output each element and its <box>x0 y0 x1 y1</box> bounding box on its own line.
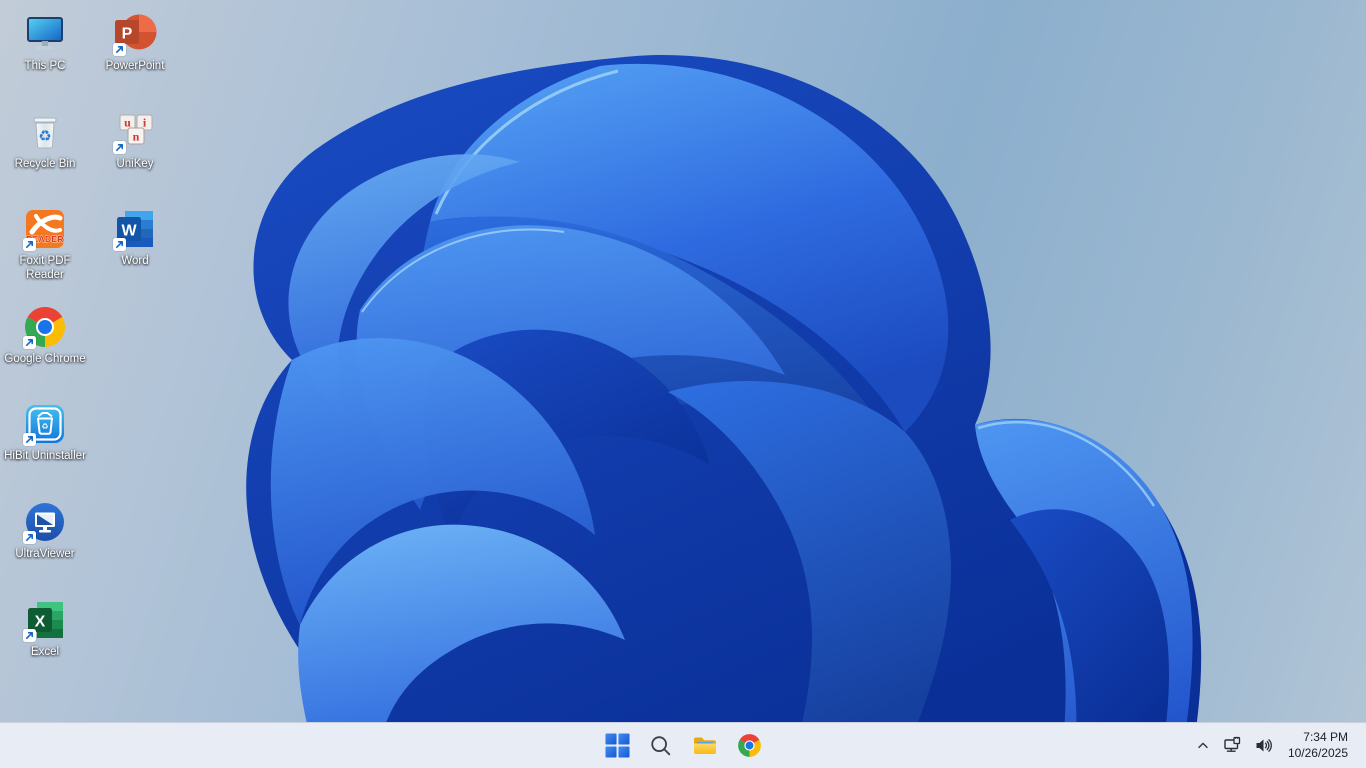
desktop-icon-recycle-bin[interactable]: ♻ Recycle Bin <box>0 110 90 172</box>
icon-label: Google Chrome <box>4 353 86 365</box>
desktop-icon-google-chrome[interactable]: Google Chrome <box>0 305 90 367</box>
icon-label: This PC <box>24 60 66 72</box>
chevron-up-icon <box>1198 742 1208 748</box>
desktop-icon-this-pc[interactable]: This PC <box>0 12 90 74</box>
taskbar-center <box>597 723 769 768</box>
svg-text:X: X <box>35 614 46 631</box>
icon-label: UniKey <box>116 158 154 170</box>
desktop-icon-foxit-pdf-reader[interactable]: READER Foxit PDF Reader <box>0 207 90 283</box>
icon-label: PowerPoint <box>105 60 165 72</box>
file-explorer-icon <box>694 737 716 754</box>
shortcut-arrow-icon <box>113 43 126 56</box>
desktop-icon-unikey[interactable]: u i n UniKey <box>90 110 180 172</box>
desktop-icon-word[interactable]: W Word <box>90 207 180 269</box>
chrome-taskbar-button[interactable] <box>729 726 769 766</box>
search-button[interactable] <box>641 726 681 766</box>
shortcut-arrow-icon <box>23 238 36 251</box>
shortcut-arrow-icon <box>23 531 36 544</box>
tray-overflow-button[interactable] <box>1190 728 1216 764</box>
file-explorer-button[interactable] <box>685 726 725 766</box>
shortcut-arrow-icon <box>113 238 126 251</box>
network-button[interactable] <box>1218 728 1247 764</box>
excel-icon: X <box>23 598 67 642</box>
word-icon: W <box>113 207 157 251</box>
taskbar-tray: 7:34 PM 10/26/2025 <box>1190 723 1366 768</box>
hibit-uninstaller-icon: ♻ <box>23 402 67 446</box>
chrome-icon <box>23 305 67 349</box>
svg-text:u: u <box>124 116 131 130</box>
shortcut-arrow-icon <box>23 433 36 446</box>
ultraviewer-icon <box>23 500 67 544</box>
wallpaper-bloom <box>246 55 1202 768</box>
shortcut-arrow-icon <box>23 336 36 349</box>
icon-label: Word <box>121 255 149 267</box>
desktop[interactable]: This PC P PowerPoint ♻ Recycle Bin u i n… <box>0 0 1366 768</box>
volume-button[interactable] <box>1249 728 1278 764</box>
svg-text:n: n <box>133 130 140 144</box>
chrome-icon <box>737 734 761 757</box>
desktop-icon-excel[interactable]: X Excel <box>0 598 90 660</box>
svg-text:♻: ♻ <box>41 422 48 431</box>
icon-label: Recycle Bin <box>14 158 76 170</box>
shortcut-arrow-icon <box>113 141 126 154</box>
powerpoint-icon: P <box>113 12 157 56</box>
start-button[interactable] <box>597 726 637 766</box>
icon-label: Excel <box>30 646 60 658</box>
network-ethernet-icon <box>1224 736 1241 752</box>
svg-text:P: P <box>122 26 133 43</box>
clock[interactable]: 7:34 PM 10/26/2025 <box>1280 730 1354 761</box>
unikey-icon: u i n <box>113 110 157 154</box>
icon-label: Foxit PDF Reader <box>19 255 71 281</box>
clock-time: 7:34 PM <box>1303 729 1348 744</box>
taskbar: 7:34 PM 10/26/2025 <box>0 722 1366 768</box>
desktop-icon-ultraviewer[interactable]: UltraViewer <box>0 500 90 562</box>
icon-label: UltraViewer <box>15 548 75 560</box>
windows-logo-icon <box>604 733 630 758</box>
search-icon <box>651 735 671 755</box>
this-pc-icon <box>23 12 67 56</box>
shortcut-arrow-icon <box>23 629 36 642</box>
svg-text:♻: ♻ <box>38 128 51 145</box>
volume-icon <box>1256 739 1272 752</box>
desktop-icon-powerpoint[interactable]: P PowerPoint <box>90 12 180 74</box>
clock-date: 10/26/2025 <box>1287 745 1348 760</box>
foxit-reader-icon: READER <box>23 207 67 251</box>
desktop-icon-hibit-uninstaller[interactable]: ♻ HiBit Uninstaller <box>0 402 90 464</box>
svg-text:W: W <box>121 223 137 240</box>
recycle-bin-icon: ♻ <box>23 110 67 154</box>
icon-label: HiBit Uninstaller <box>4 450 86 462</box>
